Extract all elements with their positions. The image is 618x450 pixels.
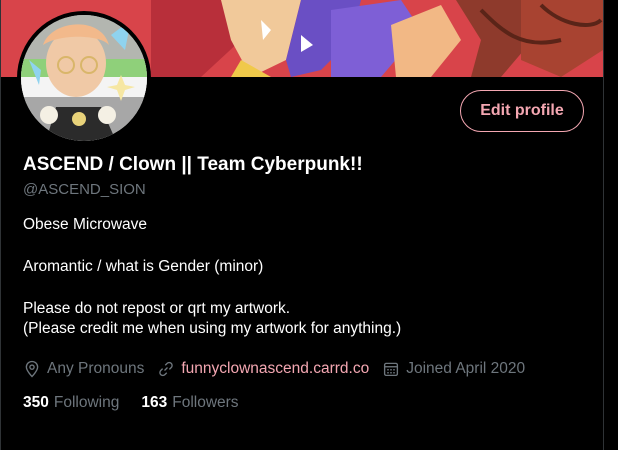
follow-stats: 350 Following 163 Followers (23, 394, 261, 412)
joined-item: Joined April 2020 (382, 360, 525, 378)
following-link[interactable]: 350 Following (23, 394, 119, 412)
followers-label: Followers (172, 394, 239, 411)
bio-line: Aromantic / what is Gender (minor) (23, 258, 264, 275)
profile-bio: Obese Microwave Aromantic / what is Gend… (23, 215, 583, 339)
profile-meta: Any Pronouns funnyclownascend.carrd.co J… (23, 358, 538, 380)
user-handle: @ASCEND_SION (23, 181, 146, 198)
profile-page: Edit profile ASCEND / Clown || Team Cybe… (0, 0, 618, 450)
calendar-icon (384, 362, 399, 377)
display-name: ASCEND / Clown || Team Cyberpunk!! (23, 154, 363, 175)
avatar[interactable] (21, 15, 147, 141)
edit-profile-button[interactable]: Edit profile (460, 90, 584, 132)
pronouns-text: Any Pronouns (47, 360, 145, 377)
avatar-frame[interactable] (17, 11, 151, 145)
website-item: funnyclownascend.carrd.co (157, 360, 369, 378)
link-icon (159, 361, 174, 377)
following-label: Following (53, 394, 120, 411)
location-pin-icon (25, 360, 39, 378)
joined-text: Joined April 2020 (406, 360, 526, 377)
followers-link[interactable]: 163 Followers (141, 394, 238, 412)
bio-line: Obese Microwave (23, 216, 148, 233)
avatar-artwork (21, 15, 147, 141)
column-border-right (603, 0, 604, 450)
bio-spacer (23, 235, 583, 257)
following-count: 350 (23, 394, 49, 411)
followers-count: 163 (141, 394, 168, 411)
bio-spacer (23, 277, 583, 299)
bio-line: (Please credit me when using my artwork … (23, 320, 402, 337)
website-link[interactable]: funnyclownascend.carrd.co (181, 360, 369, 378)
bio-line: Please do not repost or qrt my artwork. (23, 300, 291, 317)
pronouns-item: Any Pronouns (23, 360, 144, 378)
